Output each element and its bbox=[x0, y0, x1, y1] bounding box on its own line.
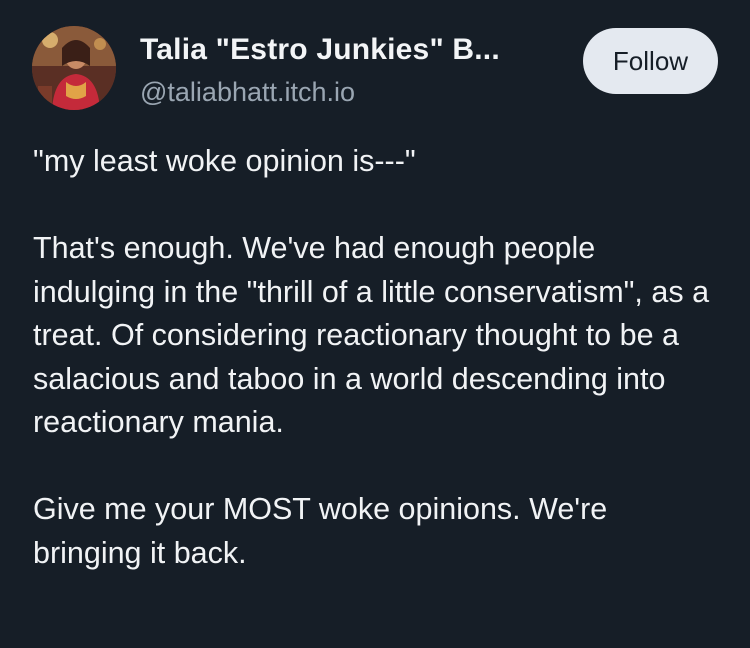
post-card: Talia "Estro Junkies" B... @taliabhatt.i… bbox=[0, 0, 750, 648]
post-paragraph-1: "my least woke opinion is---" bbox=[33, 144, 416, 178]
post-paragraph-2: That's enough. We've had enough people i… bbox=[33, 231, 710, 439]
author-avatar[interactable] bbox=[32, 26, 116, 110]
follow-button[interactable]: Follow bbox=[583, 28, 718, 94]
profile-photo-icon bbox=[32, 26, 116, 110]
author-handle[interactable]: @taliabhatt.itch.io bbox=[140, 74, 355, 110]
post-paragraph-3: Give me your MOST woke opinions. We're b… bbox=[33, 492, 608, 570]
post-body: "my least woke opinion is---" That's eno… bbox=[33, 140, 723, 575]
author-display-name[interactable]: Talia "Estro Junkies" B... bbox=[140, 30, 500, 70]
